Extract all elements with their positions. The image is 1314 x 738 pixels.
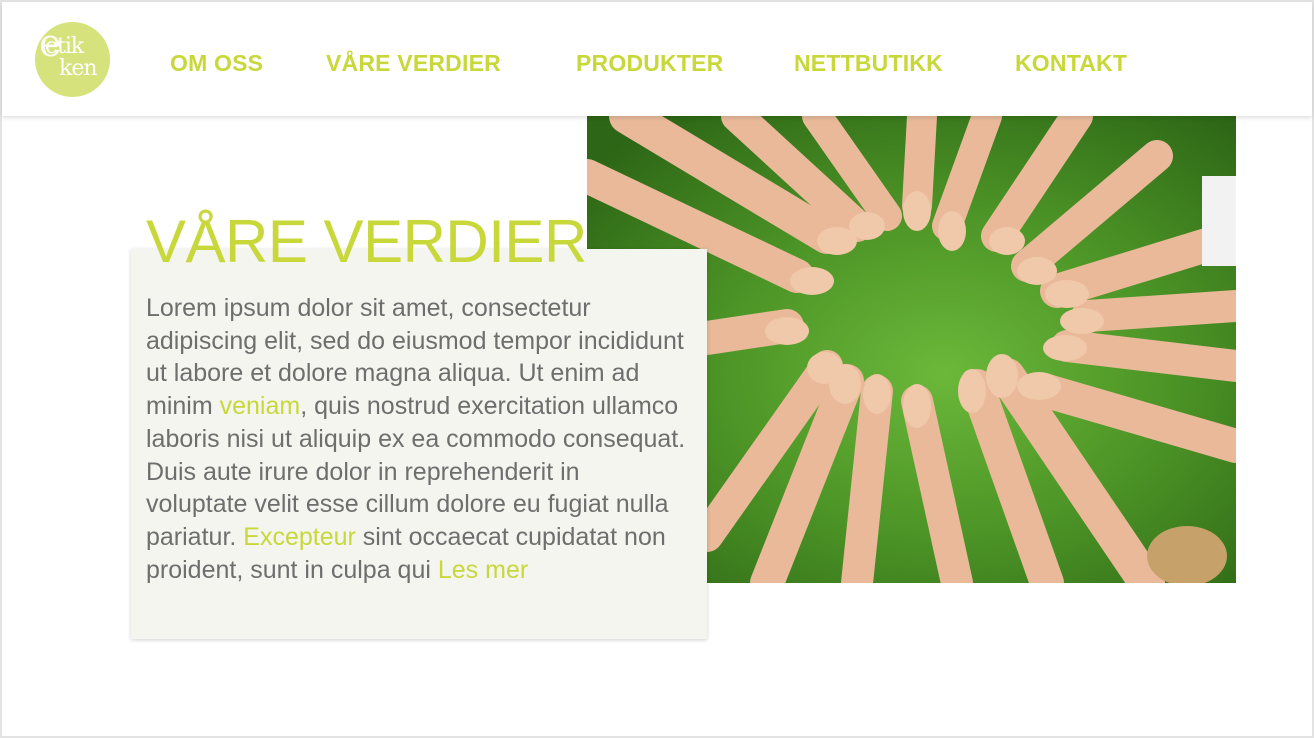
- highlight-word-excepteur: Excepteur: [243, 522, 356, 551]
- logo-text-line1: etik: [45, 34, 84, 59]
- site-logo[interactable]: e etik ken: [35, 22, 110, 97]
- nav-item-om-oss[interactable]: OM OSS: [170, 49, 263, 77]
- page-title: VÅRE VERDIER: [146, 208, 587, 275]
- site-header: e etik ken OM OSS VÅRE VERDIER PRODUKTER…: [2, 2, 1312, 116]
- nav-item-kontakt[interactable]: KONTAKT: [1015, 49, 1127, 77]
- logo-text-line2: ken: [59, 56, 98, 81]
- nav-item-nettbutikk[interactable]: NETTBUTIKK: [794, 49, 943, 77]
- read-more-link[interactable]: Les mer: [438, 556, 528, 584]
- values-body-text: Lorem ipsum dolor sit amet, consectetur …: [146, 292, 686, 586]
- highlight-word-veniam: veniam: [219, 392, 301, 421]
- nav-item-vare-verdier[interactable]: VÅRE VERDIER: [326, 49, 501, 77]
- nav-item-produkter[interactable]: PRODUKTER: [576, 49, 723, 77]
